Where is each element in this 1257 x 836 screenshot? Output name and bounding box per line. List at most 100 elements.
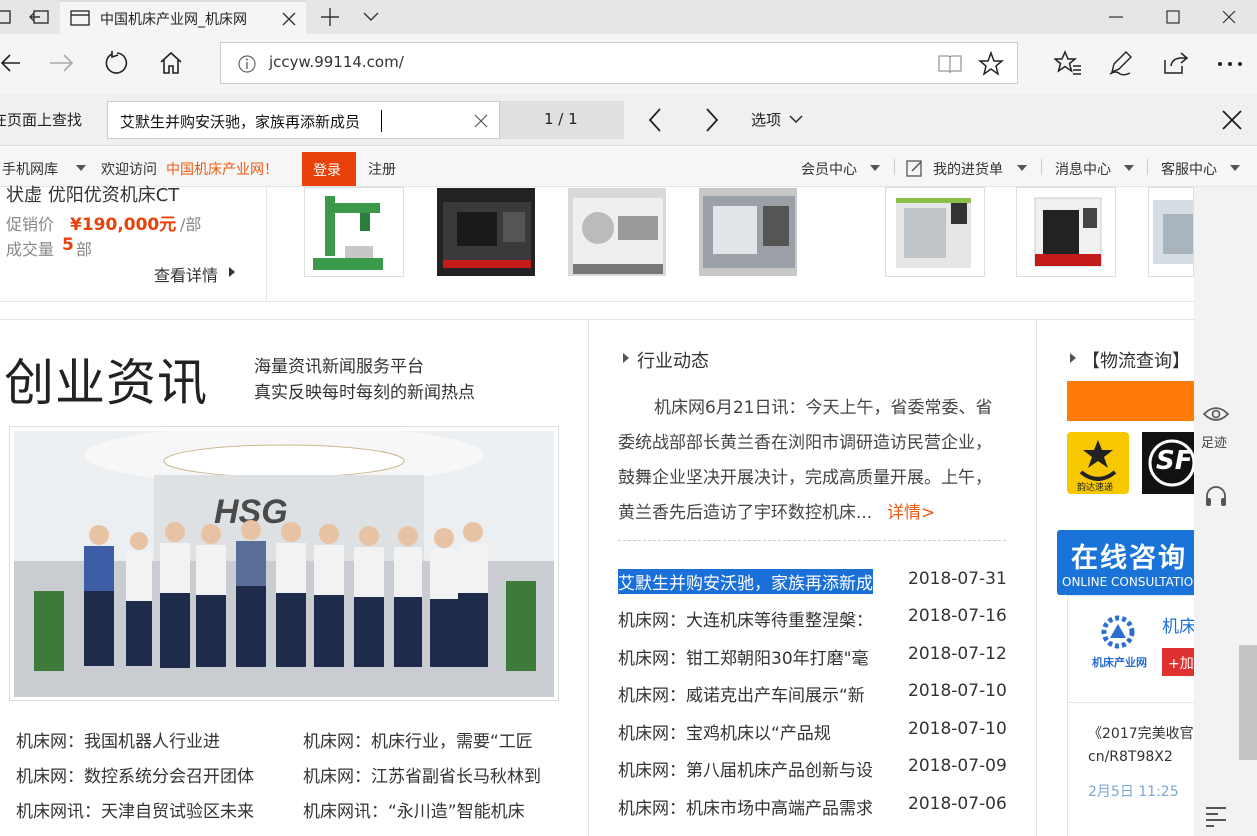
member-center-link[interactable]: 会员中心: [801, 159, 857, 179]
service-center-link[interactable]: 客服中心: [1161, 159, 1217, 179]
weibo-text-1[interactable]: 《2017完美收官: [1088, 723, 1194, 743]
pen-notes-icon[interactable]: [1108, 50, 1134, 76]
tabs-aside-icon[interactable]: [0, 8, 18, 26]
product-thumb-cnc1[interactable]: [436, 187, 536, 277]
previous-result-icon[interactable]: [647, 107, 663, 133]
lathe-image: [568, 188, 666, 276]
section-title: 创业资讯: [4, 354, 208, 412]
promo-price: ¥190,000元: [70, 215, 177, 235]
industry-lead-line-2: 委统战部部长黄兰香在浏阳市调研造访民营企业，: [618, 433, 992, 453]
site-name-link[interactable]: 中国机床产业网！: [166, 159, 278, 179]
product-thumb-cnc2[interactable]: [698, 187, 798, 277]
product-thumb-vmc3[interactable]: [1148, 187, 1194, 277]
news-item-date-6: 2018-07-09: [908, 756, 1007, 776]
find-input[interactable]: 艾默生并购安沃驰，家族再添新成员: [107, 101, 500, 139]
section-subtitle-2: 真实反映每时每刻的新闻热点: [254, 383, 475, 403]
scrollbar-thumb[interactable]: [1239, 645, 1257, 760]
drill-machine-image: [305, 188, 403, 276]
clear-icon[interactable]: [474, 114, 488, 128]
favorites-hub-icon[interactable]: [1054, 50, 1082, 76]
machining-center-image: [1017, 188, 1115, 276]
feedback-icon[interactable]: [1204, 804, 1228, 832]
details-link[interactable]: 详情>: [887, 498, 935, 523]
back-arrow-icon[interactable]: [0, 51, 22, 75]
find-count-box: 1 / 1: [500, 101, 624, 139]
message-center-link[interactable]: 消息中心: [1055, 159, 1111, 179]
bottom-news-right-3[interactable]: 机床网讯：“永川造”智能机床: [303, 797, 525, 822]
chevron-down-icon[interactable]: [788, 113, 804, 125]
deal-unit: 部: [76, 240, 93, 259]
register-link[interactable]: 注册: [368, 159, 396, 179]
product-thumb-vmc2[interactable]: [1016, 187, 1116, 277]
product-thumb-vmc1[interactable]: [885, 187, 985, 277]
address-toolbar: jccyw.99114.com/: [0, 34, 1257, 94]
section-subtitle-1: 海量资讯新闻服务平台: [254, 357, 424, 377]
new-tab-icon[interactable]: [320, 7, 340, 27]
tab-active[interactable]: 中国机床产业网_机床网: [60, 0, 306, 34]
consult-title: 在线咨询: [1071, 543, 1187, 574]
column-divider-1: [588, 320, 589, 836]
sf-logo[interactable]: SF: [1142, 432, 1196, 494]
tab-title: 中国机床产业网_机床网: [100, 12, 247, 28]
minimize-icon[interactable]: [1108, 10, 1124, 24]
logistics-search-button[interactable]: [1067, 381, 1194, 421]
favorite-star-icon[interactable]: [978, 51, 1004, 77]
vertical-mill-image: [886, 188, 984, 276]
info-icon[interactable]: [237, 54, 257, 74]
news-item-date-4: 2018-07-10: [908, 681, 1007, 701]
options-button[interactable]: 选项: [751, 109, 781, 130]
news-photo[interactable]: HSG: [9, 425, 559, 701]
reading-view-icon[interactable]: [937, 53, 963, 75]
mobile-link[interactable]: 手机网库: [2, 159, 58, 179]
weibo-text-2[interactable]: cn/R8T98X2: [1088, 749, 1173, 765]
purchase-list-link[interactable]: 我的进货单: [933, 159, 1003, 179]
yunda-logo[interactable]: 韵达速递: [1067, 432, 1129, 494]
bottom-news-right-2[interactable]: 机床网：江苏省副省长马秋林到: [303, 762, 541, 787]
address-field[interactable]: jccyw.99114.com/: [220, 42, 1018, 84]
bottom-news-left-2[interactable]: 机床网：数控系统分会召开团体: [16, 762, 254, 787]
login-button[interactable]: 登录: [302, 152, 356, 186]
refresh-icon[interactable]: [104, 50, 130, 76]
close-tab-icon[interactable]: [282, 12, 296, 26]
bottom-news-left-1[interactable]: 机床网：我国机器人行业进: [16, 727, 220, 752]
industry-lead-line-3: 鼓舞企业坚决开展决计，完成高质量开展。上午，: [618, 468, 992, 488]
caret-right-icon: [229, 267, 235, 277]
product-thumb-drill[interactable]: [304, 187, 404, 277]
share-icon[interactable]: [1162, 50, 1190, 76]
footprint-label[interactable]: 足迹: [1201, 432, 1227, 451]
floating-sidebar: 足迹: [1194, 187, 1257, 836]
news-item-date-7: 2018-07-06: [908, 794, 1007, 814]
strip-divider: [266, 187, 267, 301]
news-item-title-3[interactable]: 机床网：钳工郑朝阳30年打磨"毫: [618, 644, 868, 669]
news-item-title-1[interactable]: 艾默生并购安沃驰，家族再添新成: [618, 569, 873, 594]
news-item-title-5[interactable]: 机床网：宝鸡机床以“产品规: [618, 719, 831, 744]
view-details-link[interactable]: 查看详情: [154, 262, 218, 286]
headset-icon[interactable]: [1204, 484, 1228, 508]
text-cursor: [381, 110, 382, 132]
news-item-title-2[interactable]: 机床网：大连机床等待重整涅槃：: [618, 606, 873, 631]
close-find-icon[interactable]: [1221, 109, 1243, 131]
company-logo-icon: [1101, 615, 1135, 649]
news-item-title-6[interactable]: 机床网：第八届机床产品创新与设: [618, 756, 873, 781]
purchase-list-icon: [906, 160, 922, 177]
chevron-down-icon[interactable]: [362, 10, 380, 24]
news-item-title-4[interactable]: 机床网：威诺克出产车间展示“新: [618, 681, 865, 706]
next-result-icon[interactable]: [704, 107, 720, 133]
eye-icon[interactable]: [1203, 405, 1229, 423]
sf-label: SF: [1156, 446, 1193, 476]
news-item-date-5: 2018-07-10: [908, 719, 1007, 739]
deal-label: 成交量: [6, 240, 55, 259]
maximize-icon[interactable]: [1166, 10, 1180, 24]
home-icon[interactable]: [158, 50, 184, 76]
company-name[interactable]: 机床: [1162, 612, 1196, 637]
product-thumb-lathe[interactable]: [567, 187, 667, 277]
news-item-title-7[interactable]: 机床网：机床市场中高端产品需求: [618, 794, 873, 819]
close-window-icon[interactable]: [1222, 10, 1236, 24]
bottom-news-left-3[interactable]: 机床网讯：天津自贸试验区未来: [16, 797, 254, 822]
bottom-news-right-1[interactable]: 机床网：机床行业，需要“工匠: [303, 727, 533, 752]
product-title[interactable]: 状虚 优阳优资机床CT: [6, 181, 179, 207]
set-tabs-aside-icon[interactable]: [28, 8, 50, 26]
caret-right-icon: [1070, 353, 1076, 363]
more-icon[interactable]: [1216, 61, 1246, 67]
forward-arrow-icon[interactable]: [48, 51, 74, 75]
